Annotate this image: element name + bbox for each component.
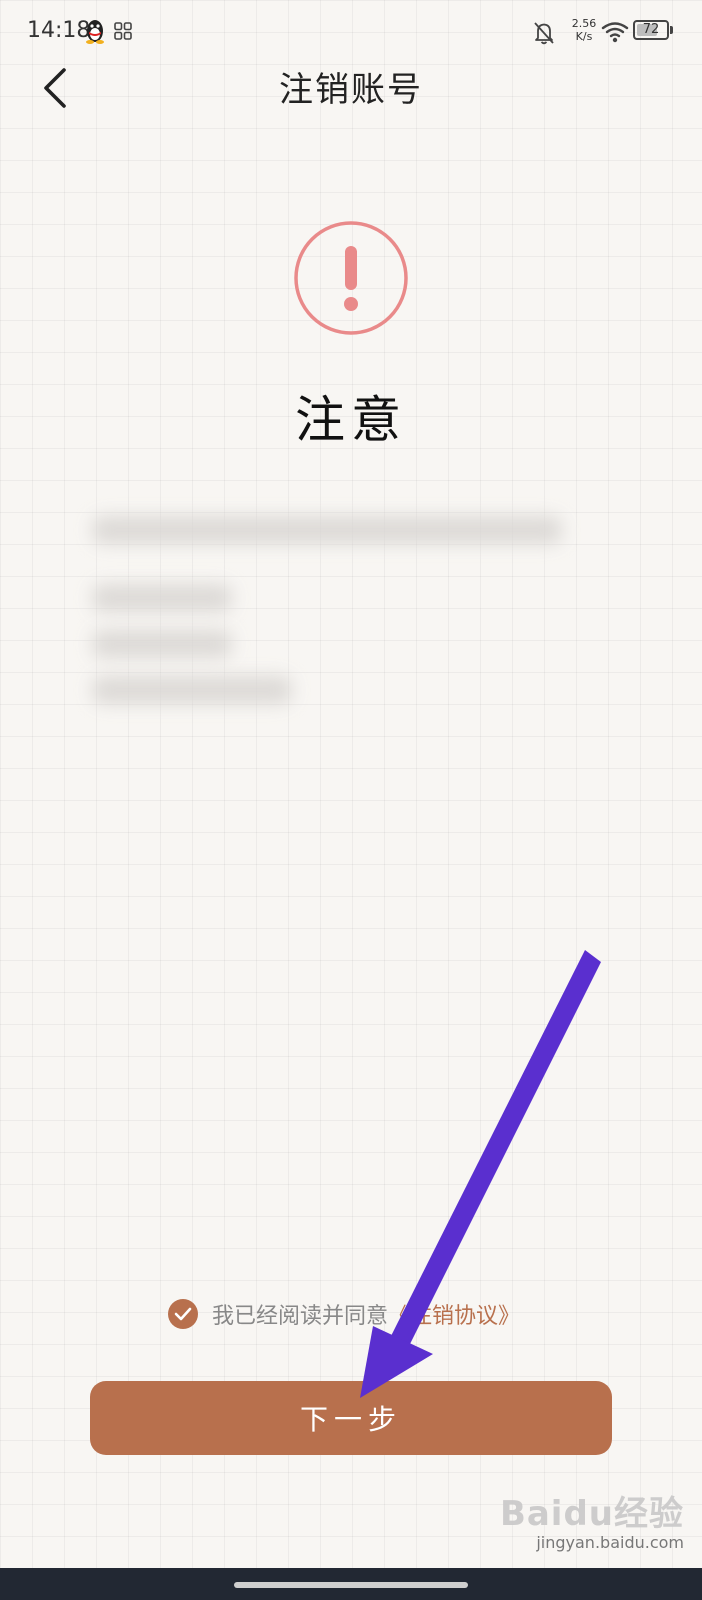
system-navigation-bar (0, 1568, 702, 1600)
watermark-logo: Baidu经验 (499, 1494, 684, 1534)
watermark-url: jingyan.baidu.com (536, 1533, 684, 1552)
next-button[interactable]: 下一步 (90, 1381, 612, 1455)
battery-nub (670, 26, 673, 34)
wifi-icon (601, 22, 629, 43)
network-speed-value: 2.56 (571, 17, 597, 30)
agreement-row[interactable]: 我已经阅读并同意 《注销协议》 (168, 1297, 520, 1331)
page-title: 注销账号 (279, 70, 423, 110)
next-button-label: 下一步 (299, 1403, 402, 1436)
qq-icon (86, 20, 104, 44)
blurred-text-line (92, 676, 292, 704)
notice-body-blurred (30, 480, 650, 810)
battery-icon: 72 (633, 20, 669, 40)
checkmark-icon (174, 1307, 192, 1321)
home-indicator[interactable] (234, 1582, 468, 1588)
battery-level: 72 (642, 22, 660, 37)
grid-app-icon (114, 22, 132, 40)
agreement-text: 我已经阅读并同意 (212, 1304, 389, 1329)
exclamation-circle-icon (294, 221, 408, 335)
agreement-checkbox[interactable] (168, 1299, 198, 1329)
blurred-text-line (92, 584, 232, 612)
network-speed: 2.56 K/s (566, 17, 602, 43)
blurred-text-line (92, 516, 562, 544)
agreement-link[interactable]: 《注销协议》 (388, 1298, 520, 1330)
bell-off-icon (534, 22, 554, 45)
network-speed-unit: K/s (575, 30, 593, 43)
notice-heading: 注意 (295, 391, 407, 449)
watermark: Baidu经验 jingyan.baidu.com (500, 1486, 684, 1552)
status-time: 14:18 (27, 18, 91, 43)
status-bar: 14:18 2.56 K/s 72 (0, 0, 702, 62)
blurred-text-line (92, 630, 232, 658)
